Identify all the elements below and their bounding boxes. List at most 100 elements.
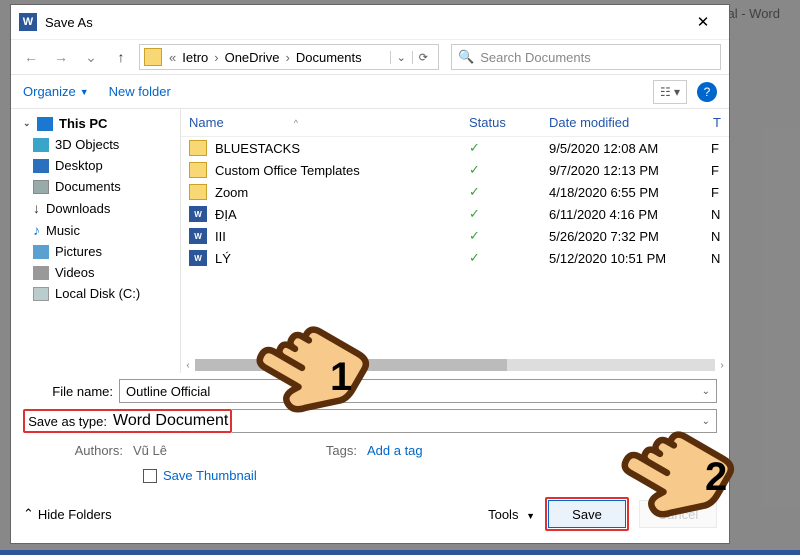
file-name: ĐỊA: [215, 207, 469, 222]
folder-icon: [144, 48, 162, 66]
refresh-button[interactable]: ⟳: [412, 51, 434, 64]
authors-value[interactable]: Vũ Lê: [133, 443, 167, 458]
file-date: 9/5/2020 12:08 AM: [549, 141, 711, 156]
annotation-box-type: Save as type: Word Document: [23, 409, 232, 433]
file-date: 4/18/2020 6:55 PM: [549, 185, 711, 200]
pointer-hand-1: [245, 315, 375, 445]
file-name: Zoom: [215, 185, 469, 200]
status-icon: ✓: [469, 206, 549, 222]
word-app-icon: W: [19, 13, 37, 31]
file-row[interactable]: W III✓5/26/2020 7:32 PMN: [181, 225, 729, 247]
cube-icon: [33, 138, 49, 152]
folder-icon: [189, 140, 207, 156]
word-doc-icon: W: [189, 250, 207, 266]
file-row[interactable]: W ĐỊA✓6/11/2020 4:16 PMN: [181, 203, 729, 225]
disk-icon: [33, 287, 49, 301]
filename-field[interactable]: Outline Official ⌄: [119, 379, 717, 403]
breadcrumb-seg-3[interactable]: Documents: [293, 50, 365, 65]
sidebar-item-videos[interactable]: Videos: [11, 262, 180, 283]
nav-back[interactable]: ←: [19, 45, 43, 69]
breadcrumb[interactable]: « Ietro › OneDrive › Documents ⌄ ⟳: [139, 44, 439, 70]
status-icon: ✓: [469, 162, 549, 178]
dropdown-icon[interactable]: ⌄: [702, 386, 710, 397]
word-doc-icon: W: [189, 206, 207, 222]
file-type-initial: F: [711, 141, 721, 156]
file-date: 9/7/2020 12:13 PM: [549, 163, 711, 178]
desktop-icon: [33, 159, 49, 173]
folder-icon: [189, 184, 207, 200]
sidebar-item-3d[interactable]: 3D Objects: [11, 134, 180, 155]
sidebar-item-desktop[interactable]: Desktop: [11, 155, 180, 176]
sidebar-item-documents[interactable]: Documents: [11, 176, 180, 197]
column-headers: Name^ Status Date modified T: [181, 109, 729, 137]
breadcrumb-dropdown[interactable]: ⌄: [390, 51, 412, 64]
search-placeholder: Search Documents: [480, 50, 591, 65]
file-row[interactable]: BLUESTACKS✓9/5/2020 12:08 AMF: [181, 137, 729, 159]
annotation-number-1: 1: [330, 355, 352, 400]
header-type[interactable]: T: [713, 115, 721, 130]
chevron-up-icon: ⌃: [23, 506, 34, 522]
authors-label: Authors:: [63, 443, 123, 458]
word-doc-icon: W: [189, 228, 207, 244]
file-date: 5/26/2020 7:32 PM: [549, 229, 711, 244]
breadcrumb-seg-1[interactable]: Ietro: [179, 50, 211, 65]
expand-caret-icon[interactable]: ⌄: [23, 118, 31, 129]
filename-label: File name:: [23, 384, 119, 399]
header-date[interactable]: Date modified: [549, 115, 713, 130]
scroll-left-icon[interactable]: ‹: [181, 360, 195, 371]
breadcrumb-chevron[interactable]: «: [166, 50, 179, 65]
view-options[interactable]: ☷ ▾: [653, 80, 687, 104]
tags-label: Tags:: [297, 443, 357, 458]
file-row[interactable]: Zoom✓4/18/2020 6:55 PMF: [181, 181, 729, 203]
annotation-number-2: 2: [705, 455, 727, 500]
folder-icon: [189, 162, 207, 178]
file-type-initial: F: [711, 163, 721, 178]
saveas-type-label: Save as type:: [27, 414, 113, 429]
nav-forward[interactable]: →: [49, 45, 73, 69]
status-icon: ✓: [469, 250, 549, 266]
file-name: III: [215, 229, 469, 244]
tags-add-link[interactable]: Add a tag: [367, 443, 423, 458]
breadcrumb-seg-2[interactable]: OneDrive: [222, 50, 283, 65]
nav-bar: ← → ⌄ ↑ « Ietro › OneDrive › Documents ⌄…: [11, 39, 729, 75]
sidebar-item-downloads[interactable]: ↓Downloads: [11, 197, 180, 219]
file-name: LÝ: [215, 251, 469, 266]
help-icon[interactable]: ?: [697, 82, 717, 102]
header-name[interactable]: Name^: [189, 115, 469, 130]
file-name: Custom Office Templates: [215, 163, 469, 178]
save-thumbnail-checkbox[interactable]: [143, 469, 157, 483]
pictures-icon: [33, 245, 49, 259]
close-button[interactable]: ✕: [685, 8, 721, 36]
sort-indicator-icon: ^: [294, 118, 298, 128]
save-thumbnail-label: Save Thumbnail: [163, 468, 257, 483]
search-input[interactable]: 🔍 Search Documents: [451, 44, 721, 70]
new-folder-button[interactable]: New folder: [109, 84, 171, 99]
sidebar-item-this-pc[interactable]: ⌄ This PC: [11, 113, 180, 134]
documents-icon: [33, 180, 49, 194]
toolbar: Organize▼ New folder ☷ ▾ ?: [11, 75, 729, 109]
hide-folders-button[interactable]: ⌃ Hide Folders: [23, 506, 112, 522]
sidebar: ⌄ This PC 3D Objects Desktop Documents ↓…: [11, 109, 181, 373]
sidebar-item-music[interactable]: ♪Music: [11, 219, 180, 241]
status-icon: ✓: [469, 140, 549, 156]
saveas-type-value: Word Document: [113, 412, 228, 430]
download-icon: ↓: [33, 200, 40, 216]
file-row[interactable]: Custom Office Templates✓9/7/2020 12:13 P…: [181, 159, 729, 181]
status-icon: ✓: [469, 228, 549, 244]
header-status[interactable]: Status: [469, 115, 549, 130]
sidebar-item-pictures[interactable]: Pictures: [11, 241, 180, 262]
videos-icon: [33, 266, 49, 280]
file-date: 6/11/2020 4:16 PM: [549, 207, 711, 222]
file-type-initial: N: [711, 229, 721, 244]
file-type-initial: N: [711, 207, 721, 222]
file-row[interactable]: WLÝ✓5/12/2020 10:51 PMN: [181, 247, 729, 269]
music-icon: ♪: [33, 222, 40, 238]
scroll-right-icon[interactable]: ›: [715, 360, 729, 371]
chevron-down-icon[interactable]: ⌄: [79, 45, 103, 69]
dialog-title: Save As: [45, 15, 685, 30]
nav-up[interactable]: ↑: [109, 45, 133, 69]
organize-menu[interactable]: Organize▼: [23, 84, 89, 99]
tools-menu[interactable]: Tools ▼: [488, 507, 535, 522]
pc-icon: [37, 117, 53, 131]
sidebar-item-local-disk[interactable]: Local Disk (C:): [11, 283, 180, 304]
